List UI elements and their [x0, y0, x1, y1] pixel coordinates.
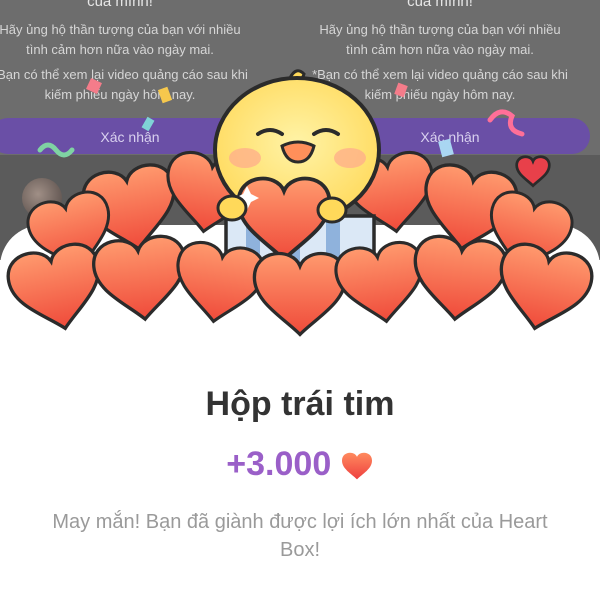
background-dialog-description: Hãy ủng hộ thần tượng của bạn với nhiều …: [0, 22, 241, 57]
reward-amount: +3.000: [226, 445, 332, 483]
reward-title: Hộp trái tim: [205, 385, 395, 423]
heart-box-illustration: [2, 69, 598, 340]
background-dialog-title: của mình!: [407, 0, 473, 10]
heart-icon: [341, 452, 372, 479]
reward-amount-row: +3.000: [0, 445, 600, 485]
reward-description: May mắn! Bạn đã giành được lợi ích lớn n…: [52, 511, 548, 561]
background-dialog-title: của mình!: [87, 0, 153, 10]
chick-mascot: [213, 69, 381, 274]
small-heart-icon: [515, 155, 551, 188]
background-dialog-description: Hãy ủng hộ thần tượng của bạn với nhiều …: [319, 22, 561, 57]
